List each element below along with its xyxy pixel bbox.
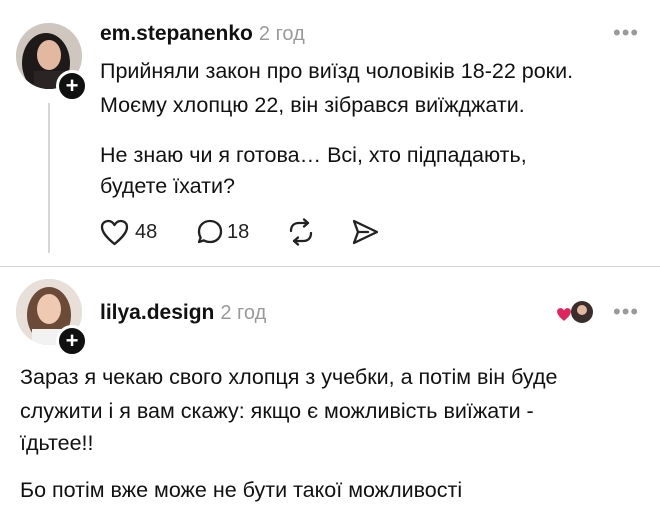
follow-plus-button[interactable]: + xyxy=(56,70,88,102)
post-text-line: їдьтее!! xyxy=(20,431,94,455)
post-text-line: Прийняли закон про виїзд чоловіків 18-22… xyxy=(100,59,574,83)
post: + em.stepanenko 2 год ••• Прийняли закон … xyxy=(0,0,660,270)
heart-icon xyxy=(100,219,129,245)
speech-bubble-icon xyxy=(197,219,223,244)
post-text-line: Моєму хлопцю 22, він зібрався виїжджати. xyxy=(100,93,525,117)
liked-by-author-indicator xyxy=(556,297,596,327)
post: + lilya.design 2 год ••• Зараз я чекаю св… xyxy=(0,267,660,514)
post-text-line: Не знаю чи я готова… Всі, хто підпадають… xyxy=(100,143,527,167)
post-text-line: будете їхати? xyxy=(100,174,235,198)
heart-icon xyxy=(557,308,571,321)
reply-button[interactable]: 18 xyxy=(196,216,249,248)
repost-button[interactable] xyxy=(286,217,316,252)
username[interactable]: em.stepanenko xyxy=(100,22,253,45)
likes-count: 48 xyxy=(135,220,158,243)
thread-line xyxy=(48,103,50,253)
more-horizontal-icon[interactable]: ••• xyxy=(613,299,639,325)
post-header: lilya.design 2 год xyxy=(100,301,266,325)
username[interactable]: lilya.design xyxy=(100,301,214,324)
follow-plus-button[interactable]: + xyxy=(56,325,88,357)
send-icon xyxy=(352,219,379,245)
replies-count: 18 xyxy=(227,220,250,243)
post-text-line: служити і я вам скажу: якщо є можливість… xyxy=(20,399,534,423)
share-button[interactable] xyxy=(350,218,380,251)
timestamp: 2 год xyxy=(220,302,267,324)
post-header: em.stepanenko 2 год xyxy=(100,22,305,46)
post-text-line: Бо потім вже може не бути такої можливос… xyxy=(20,478,463,502)
post-text-line: Зараз я чекаю свого хлопця з учебки, а п… xyxy=(20,365,558,389)
timestamp: 2 год xyxy=(258,23,305,45)
like-button[interactable]: 48 xyxy=(100,216,157,248)
repost-icon xyxy=(289,218,313,246)
more-horizontal-icon[interactable]: ••• xyxy=(613,20,639,46)
